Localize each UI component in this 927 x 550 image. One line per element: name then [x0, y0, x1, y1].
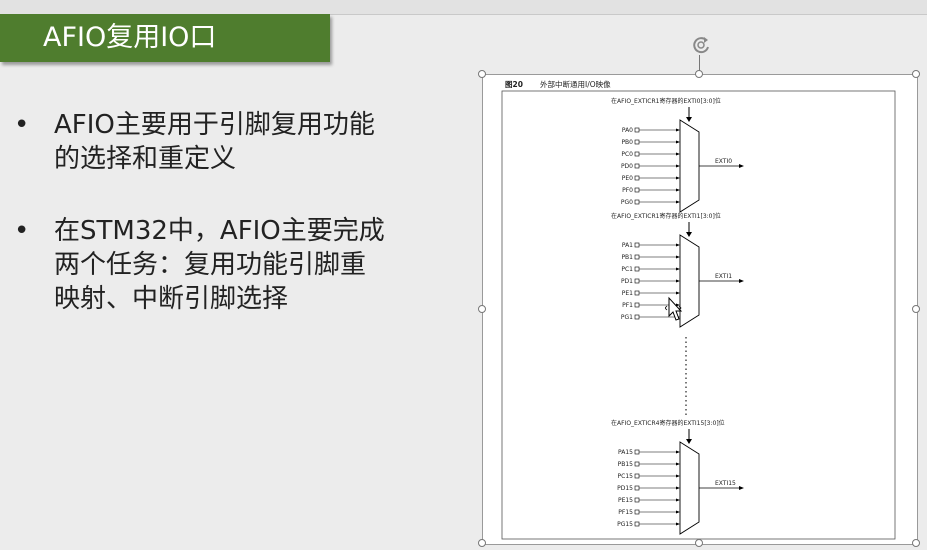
rotate-handle-icon[interactable]: [690, 34, 712, 56]
input-pin: [634, 314, 640, 320]
mux-header: 在AFIO_EXTICR4寄存器的EXTI15[3:0]位: [611, 419, 725, 427]
mux-input-label: PD0: [621, 163, 633, 170]
mux-output-label: EXTI15: [715, 480, 736, 487]
mux-input-label: PG1: [621, 314, 633, 321]
mux-input-label: PG15: [617, 521, 633, 528]
input-pin: [634, 521, 640, 527]
resize-handle-nw[interactable]: [478, 70, 486, 78]
input-pin: [634, 266, 640, 272]
bullet-item: • 在STM32中，AFIO主要完成 两个任务：复用功能引脚重 映射、中断引脚选…: [14, 214, 434, 316]
mux-output-label: EXTI0: [715, 158, 732, 165]
mux-output-label: EXTI1: [715, 273, 732, 280]
bullet-line: 的选择和重定义: [54, 144, 237, 174]
mux-input-label: PG0: [621, 199, 633, 206]
input-pin: [634, 163, 640, 169]
mux-input-label: PC15: [618, 473, 634, 480]
figure-caption-text: 外部中断通用I/O映像: [540, 79, 611, 89]
bullet-item: • AFIO主要用于引脚复用功能 的选择和重定义: [14, 108, 434, 176]
mux-input-label: PC0: [621, 151, 633, 158]
mux-header: 在AFIO_EXTICR1寄存器的EXTI1[3:0]位: [611, 212, 721, 220]
input-pin: [634, 497, 640, 503]
bullet-line: 映射、中断引脚选择: [54, 284, 289, 314]
bullet-dot-icon: •: [14, 110, 30, 140]
selected-image[interactable]: 图20 外部中断通用I/O映像 在AFIO_EXTICR1寄存器的EXTI0[3…: [482, 74, 918, 545]
mux-input-label: PB15: [618, 461, 634, 468]
mux-input-label: PD1: [621, 278, 633, 285]
mux-input-label: PA0: [622, 127, 633, 134]
input-pin: [634, 302, 640, 308]
input-pin: [634, 127, 640, 133]
figure-caption-number: 图20: [505, 80, 523, 89]
input-pin: [634, 485, 640, 491]
rotate-handle-stem: [699, 55, 700, 71]
mux-header: 在AFIO_EXTICR1寄存器的EXTI0[3:0]位: [611, 97, 721, 105]
slide-title: AFIO复用IO口: [0, 14, 330, 62]
bullet-line: AFIO主要用于引脚复用功能: [54, 110, 375, 140]
mux-shape: [679, 119, 700, 213]
resize-handle-s[interactable]: [695, 539, 703, 547]
input-pin: [634, 449, 640, 455]
mux-input-label: PF0: [622, 187, 633, 194]
input-pin: [634, 278, 640, 284]
mux-input-label: PA15: [618, 449, 633, 456]
mux-input-label: PF15: [618, 509, 633, 516]
mux-input-label: PE0: [622, 175, 633, 182]
input-pin: [634, 509, 640, 515]
resize-handle-w[interactable]: [478, 305, 486, 313]
mux-input-label: PE1: [622, 290, 633, 297]
bullet-line: 两个任务：复用功能引脚重: [54, 250, 367, 280]
window-top-bar: [0, 0, 927, 15]
mux-input-label: PB1: [621, 254, 633, 261]
input-pin: [634, 473, 640, 479]
input-pin: [634, 242, 640, 248]
resize-handle-e[interactable]: [912, 305, 920, 313]
input-pin: [634, 290, 640, 296]
mux-input-label: PE15: [618, 497, 633, 504]
input-pin: [634, 151, 640, 157]
mux-input-label: PF1: [622, 302, 633, 309]
input-pin: [634, 187, 640, 193]
bullet-dot-icon: •: [14, 216, 30, 246]
resize-handle-sw[interactable]: [478, 539, 486, 547]
input-pin: [634, 461, 640, 467]
mux-input-label: PD15: [617, 485, 633, 492]
move-cursor-icon: [665, 296, 683, 321]
input-pin: [634, 199, 640, 205]
bullet-list: • AFIO主要用于引脚复用功能 的选择和重定义 • 在STM32中，AFIO主…: [14, 108, 434, 354]
resize-handle-n[interactable]: [695, 70, 703, 78]
exti-mapping-diagram: 图20 外部中断通用I/O映像 在AFIO_EXTICR1寄存器的EXTI0[3…: [501, 79, 896, 540]
input-pin: [634, 254, 640, 260]
resize-handle-ne[interactable]: [912, 70, 920, 78]
mux-input-label: PC1: [621, 266, 633, 273]
bullet-line: 在STM32中，AFIO主要完成: [54, 216, 385, 246]
mux-shape: [679, 441, 700, 535]
mux-input-label: PB0: [621, 139, 633, 146]
resize-handle-se[interactable]: [912, 539, 920, 547]
input-pin: [634, 139, 640, 145]
input-pin: [634, 175, 640, 181]
mux-input-label: PA1: [622, 242, 633, 249]
